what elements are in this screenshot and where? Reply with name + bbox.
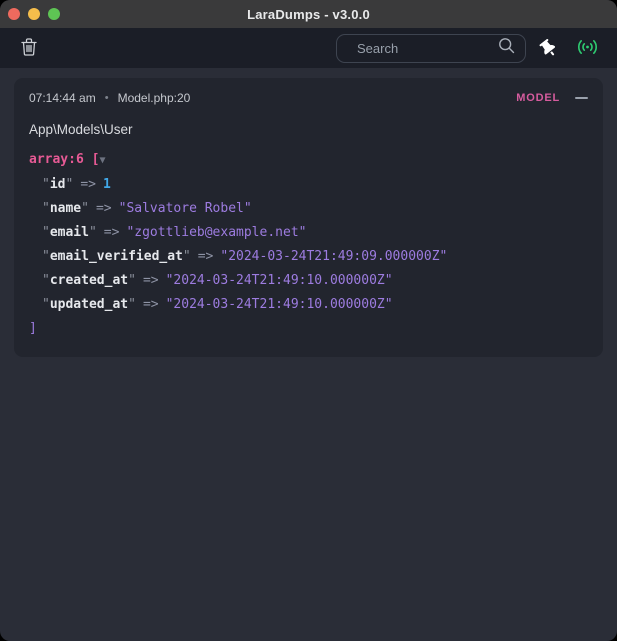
dump-entry: "name"=>"Salvatore Robel" — [29, 197, 588, 221]
arrow-operator: => — [104, 225, 120, 240]
dump-card: 07:14:44 am • Model.php:20 MODEL App\Mod… — [14, 78, 603, 357]
dump-output: array:6 [▼ "id"=>1 "name"=>"Salvatore Ro… — [29, 148, 588, 341]
dump-entry: "email"=>"zgottlieb@example.net" — [29, 221, 588, 245]
dump-entry: "id"=>1 — [29, 173, 588, 197]
dump-class-name: App\Models\User — [29, 122, 588, 137]
trash-icon — [21, 38, 37, 59]
clear-dumps-button[interactable] — [21, 38, 37, 59]
array-open-line: array:6 [▼ — [29, 148, 588, 173]
minimize-window-button[interactable] — [28, 8, 40, 20]
close-window-button[interactable] — [8, 8, 20, 20]
server-status-button[interactable] — [577, 39, 598, 58]
maximize-window-button[interactable] — [48, 8, 60, 20]
arrow-operator: => — [198, 249, 214, 264]
entry-value: "2024-03-24T21:49:10.000000Z" — [166, 297, 393, 312]
entry-value: "2024-03-24T21:49:09.000000Z" — [220, 249, 447, 264]
entry-key: updated_at — [50, 297, 128, 312]
always-on-top-button[interactable] — [540, 40, 557, 57]
dump-entry: "email_verified_at"=>"2024-03-24T21:49:0… — [29, 245, 588, 269]
arrow-operator: => — [143, 273, 159, 288]
entry-value: "2024-03-24T21:49:10.000000Z" — [166, 273, 393, 288]
entry-value: "Salvatore Robel" — [119, 201, 252, 216]
entry-key: id — [50, 177, 66, 192]
titlebar: LaraDumps - v3.0.0 — [0, 0, 617, 28]
entry-key: email — [50, 225, 89, 240]
entry-key: email_verified_at — [50, 249, 183, 264]
app-window: LaraDumps - v3.0.0 — [0, 0, 617, 641]
dump-entry: "updated_at"=>"2024-03-24T21:49:10.00000… — [29, 293, 588, 317]
dump-card-header: 07:14:44 am • Model.php:20 MODEL — [29, 91, 588, 105]
array-type-label: array:6 [ — [29, 152, 99, 167]
dump-entry: "created_at"=>"2024-03-24T21:49:10.00000… — [29, 269, 588, 293]
search-input[interactable] — [357, 41, 498, 56]
bullet-separator: • — [105, 92, 109, 104]
entry-value: "zgottlieb@example.net" — [126, 225, 306, 240]
arrow-operator: => — [80, 177, 96, 192]
entry-value: 1 — [103, 177, 111, 192]
dump-type-badge: MODEL — [516, 92, 560, 104]
window-title: LaraDumps - v3.0.0 — [247, 7, 370, 22]
entry-key: name — [50, 201, 81, 216]
dumps-list: 07:14:44 am • Model.php:20 MODEL App\Mod… — [0, 68, 617, 641]
search-icon — [498, 37, 515, 59]
expand-toggle-icon[interactable]: ▼ — [99, 155, 105, 166]
dump-source-file: Model.php:20 — [118, 91, 191, 105]
array-close-line: ] — [29, 317, 588, 341]
minus-icon — [575, 97, 588, 99]
search-field[interactable] — [336, 34, 526, 63]
arrow-operator: => — [96, 201, 112, 216]
pin-icon — [537, 36, 561, 60]
collapse-card-button[interactable] — [575, 93, 588, 103]
broadcast-signal-icon — [577, 39, 598, 58]
toolbar — [0, 28, 617, 68]
arrow-operator: => — [143, 297, 159, 312]
dump-timestamp: 07:14:44 am — [29, 91, 96, 105]
traffic-lights — [8, 0, 60, 28]
array-close-bracket: ] — [29, 321, 37, 336]
entry-key: created_at — [50, 273, 128, 288]
